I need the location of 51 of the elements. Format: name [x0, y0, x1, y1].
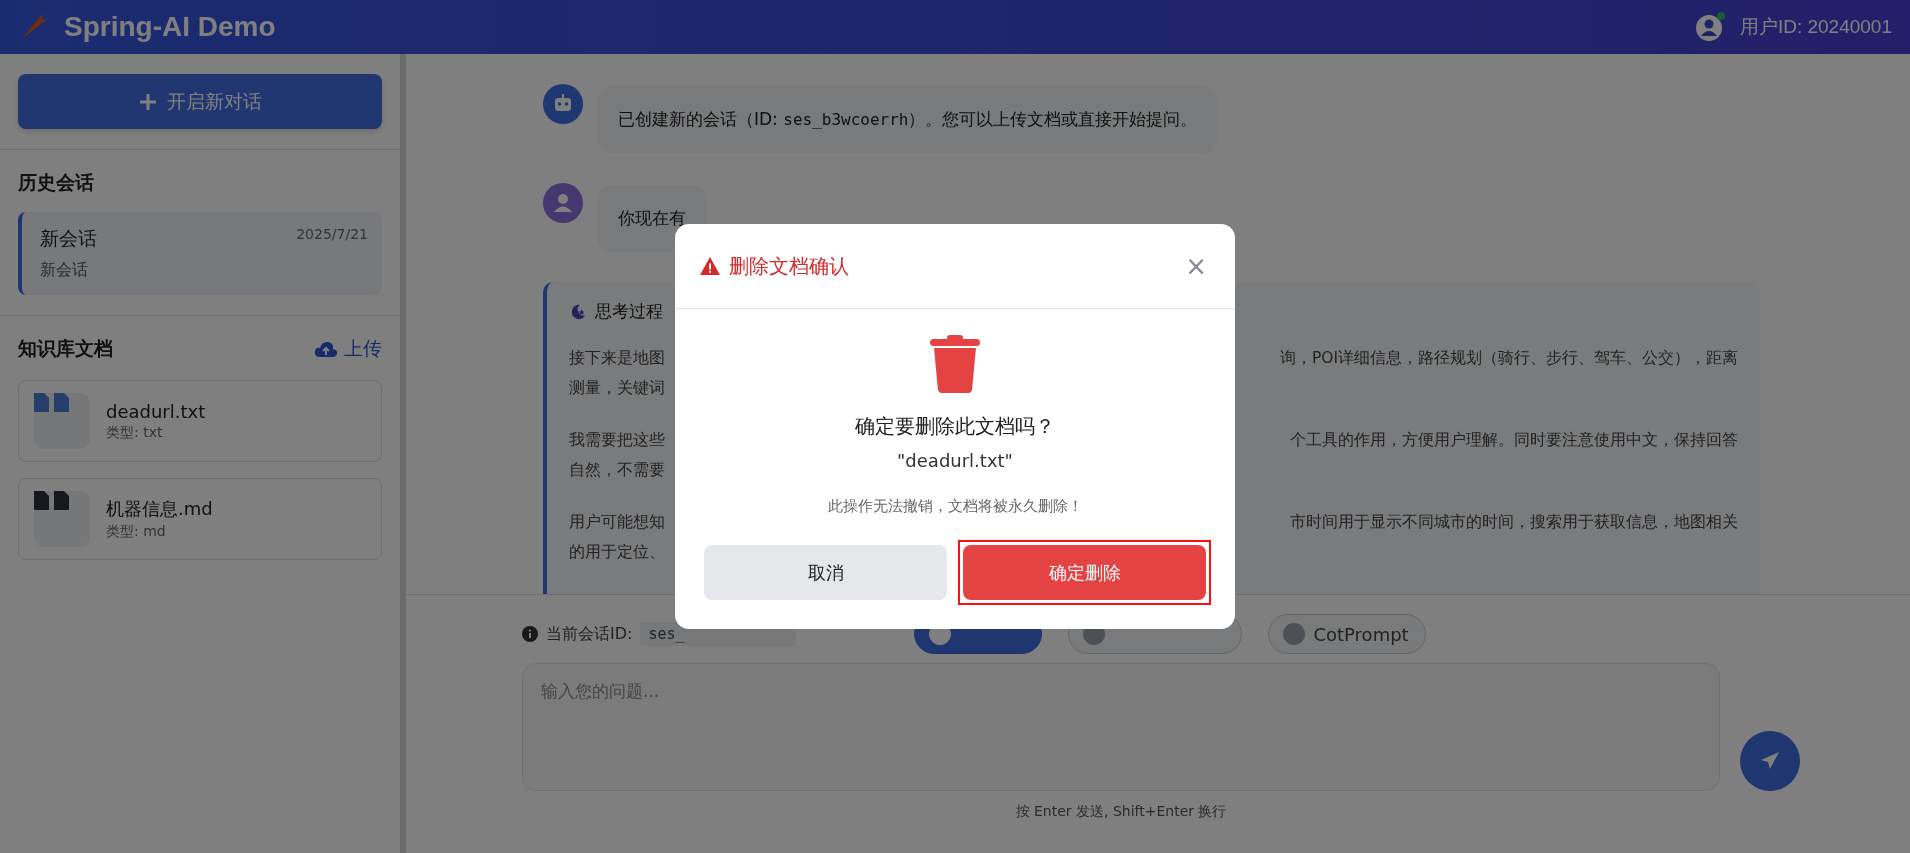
- user-avatar-icon[interactable]: [1693, 11, 1726, 43]
- dialog-warning: 此操作无法撤销，文档将被永久删除！: [827, 497, 1083, 516]
- question-input[interactable]: 输入您的问题...: [522, 663, 1720, 791]
- session-preview: 新会话: [40, 260, 89, 281]
- session-item[interactable]: 新会话 2025/7/21 新会话: [18, 212, 382, 295]
- thinking-text: 我需要把这些: [569, 430, 665, 451]
- moon-icon: [569, 302, 587, 321]
- info-icon: [522, 626, 538, 642]
- user-id: 用户ID: 20240001: [1739, 15, 1892, 39]
- message-bubble: 已创建新的会话（ID: ses_b3wcoerrh）。您可以上传文档或直接开始提问。: [598, 86, 1218, 153]
- confirm-delete-button[interactable]: 确定删除: [963, 545, 1206, 600]
- thinking-text: 个工具的作用，方便用户理解。同时要注意使用中文，保持回答: [1290, 430, 1738, 451]
- document-name: deadurl.txt: [106, 400, 206, 422]
- session-id-label: 当前会话ID:: [546, 623, 633, 645]
- cancel-button[interactable]: 取消: [704, 545, 947, 600]
- toggle-pill[interactable]: CotPrompt: [1268, 614, 1426, 654]
- document-card[interactable]: deadurl.txt 类型: txt: [18, 380, 382, 462]
- section-title: 历史会话: [18, 170, 95, 195]
- session-title: 新会话: [40, 226, 97, 251]
- document-type: 类型: txt: [106, 423, 164, 442]
- thinking-text: 的用于定位、: [569, 542, 665, 563]
- dialog-title: 删除文档确认: [729, 252, 850, 280]
- session-date: 2025/7/21: [296, 226, 368, 242]
- thinking-text: 接下来是地图: [569, 348, 665, 369]
- section-title: 知识库文档: [18, 336, 113, 361]
- close-button[interactable]: ×: [1181, 253, 1211, 279]
- app-title: Spring-AI Demo: [64, 11, 276, 43]
- thinking-text: 询，POI详细信息，路径规划（骑行、步行、驾车、公交），距离: [1279, 348, 1738, 369]
- input-hint: 按 Enter 发送, Shift+Enter 换行: [1014, 803, 1228, 821]
- send-icon: [1760, 751, 1780, 771]
- document-card[interactable]: 机器信息.md 类型: md: [18, 478, 382, 560]
- dialog-question: 确定要删除此文档吗？: [855, 413, 1055, 440]
- robot-avatar-icon: [543, 84, 583, 124]
- thinking-text: 市时间用于显示不同城市的时间，搜索用于获取信息，地图相关: [1290, 512, 1738, 533]
- file-icon: [34, 491, 90, 547]
- thinking-title: 思考过程: [595, 300, 663, 323]
- cloud-upload-icon: [314, 340, 338, 358]
- new-chat-button[interactable]: 开启新对话: [18, 74, 382, 129]
- upload-button[interactable]: 上传: [314, 336, 382, 362]
- file-icon: [34, 393, 90, 449]
- user-avatar-icon: [543, 183, 583, 223]
- dialog-filename: "deadurl.txt": [897, 450, 1013, 471]
- document-name: 机器信息.md: [106, 497, 213, 521]
- thinking-text: 测量，关键词: [569, 378, 665, 399]
- trash-icon: [930, 333, 980, 393]
- thinking-text: 用户可能想知: [569, 512, 665, 533]
- thinking-text: 自然，不需要: [569, 460, 665, 481]
- warning-icon: [699, 256, 721, 276]
- plus-icon: [138, 92, 157, 111]
- document-type: 类型: md: [106, 523, 167, 541]
- send-button[interactable]: [1740, 731, 1800, 791]
